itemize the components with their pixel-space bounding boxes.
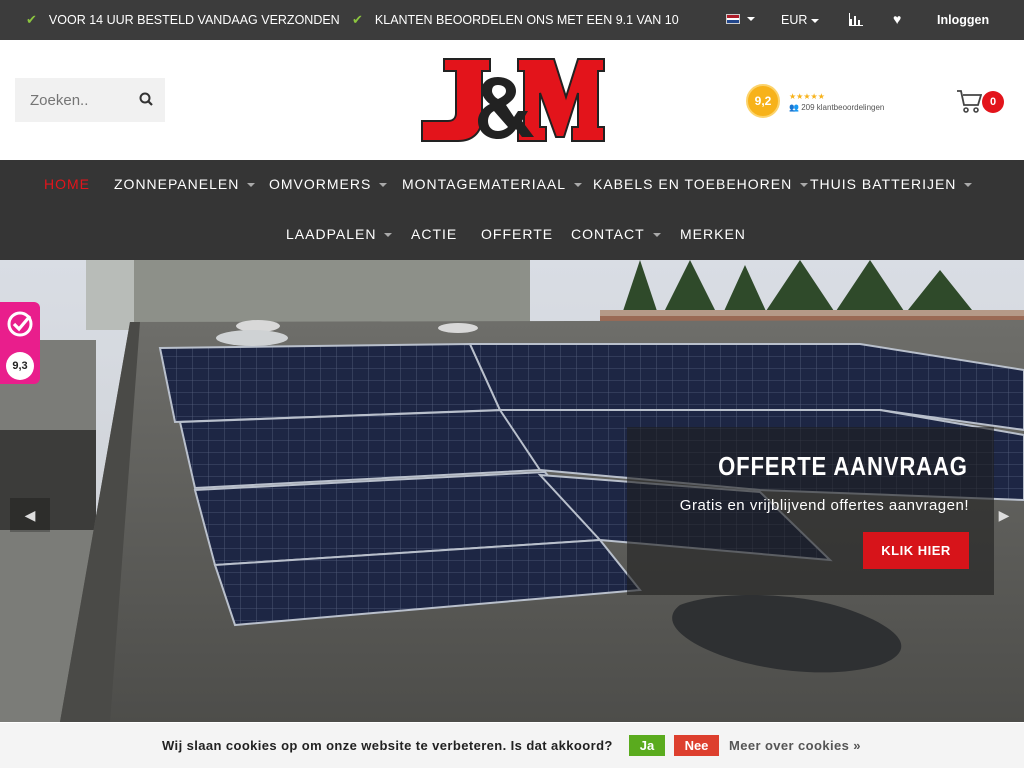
nav-item-merken[interactable]: MERKEN (680, 224, 746, 244)
check-icon: ✔ (26, 12, 37, 27)
cart-button[interactable]: 0 (956, 87, 1006, 117)
usp-text: KLANTEN BEOORDELEN ONS MET EEN 9.1 VAN 1… (374, 13, 679, 27)
nav-item-zonnepanelen[interactable]: ZONNEPANELEN (114, 174, 256, 194)
currency-selector[interactable]: EUR (781, 13, 820, 27)
hero-cta-panel: OFFERTE AANVRAAG Gratis en vrijblijvend … (627, 427, 994, 595)
nav-item-thuis-batterijen[interactable]: THUIS BATTERIJEN (810, 174, 973, 194)
usp-text: VOOR 14 UUR BESTELD VANDAAG VERZONDEN (48, 13, 340, 27)
search-box (15, 78, 165, 122)
nav-item-omvormers[interactable]: OMVORMERS (269, 174, 388, 194)
main-navigation: HOME ZONNEPANELEN OMVORMERS MONTAGEMATER… (0, 160, 1024, 260)
nav-item-kabels-en-toebehoren[interactable]: KABELS EN TOEBEHOREN (593, 174, 809, 194)
chevron-down-icon (964, 183, 973, 188)
cookie-bar: Wij slaan cookies op om onze website te … (0, 723, 1024, 768)
chevron-down-icon (800, 183, 809, 188)
kiyoh-logo-icon (7, 311, 33, 337)
nav-item-contact[interactable]: CONTACT (571, 224, 661, 244)
rating-badge: 9,2 (746, 84, 780, 120)
chevron-right-icon: ▶ (998, 506, 1010, 523)
hero-slider: ◀ ▶ OFFERTE AANVRAAG Gratis en vrijblijv… (0, 260, 1024, 722)
cookie-more-link[interactable]: Meer over cookies » (729, 738, 861, 753)
chevron-down-icon[interactable] (747, 17, 755, 21)
wishlist-heart-icon[interactable]: ♥ (893, 11, 901, 27)
check-icon: ✔ (352, 12, 363, 27)
nav-item-actie[interactable]: ACTIE (411, 224, 457, 244)
search-input[interactable] (30, 91, 140, 109)
nav-item-offerte[interactable]: OFFERTE (481, 224, 553, 244)
hero-title: OFFERTE AANVRAAG (718, 451, 968, 481)
login-link[interactable]: Inloggen (937, 13, 989, 27)
rating-score: 9,2 (746, 84, 780, 118)
cart-count-badge: 0 (982, 91, 1004, 113)
user-group-icon: 👥 (789, 103, 799, 112)
review-count: 209 klantbeoordelingen (801, 103, 885, 112)
nav-item-laadpalen[interactable]: LAADPALEN (286, 224, 393, 244)
kiyoh-review-widget[interactable]: 9,3 (0, 302, 40, 384)
cookie-message: Wij slaan cookies op om onze website te … (162, 738, 613, 753)
hero-subtitle: Gratis en vrijblijvend offertes aanvrage… (679, 497, 969, 514)
rating-stars: ★★★★★ (789, 92, 825, 101)
chevron-left-icon: ◀ (24, 506, 36, 523)
search-icon[interactable] (139, 92, 153, 106)
cookie-decline-button[interactable]: Nee (674, 735, 719, 756)
chevron-down-icon (247, 183, 256, 188)
chevron-down-icon (811, 18, 820, 23)
shopping-cart-icon (957, 90, 982, 113)
compare-chart-icon[interactable] (849, 13, 863, 26)
nav-item-home[interactable]: HOME (44, 174, 90, 194)
usp-topbar: ✔ VOOR 14 UUR BESTELD VANDAAG VERZONDEN … (0, 0, 1024, 40)
site-header: 9,2 ★★★★★ 👥 209 klantbeoordelingen 0 (0, 40, 1024, 160)
currency-label: EUR (781, 13, 808, 27)
chevron-down-icon (574, 183, 583, 188)
klik-hier-button[interactable]: KLIK HIER (863, 532, 969, 569)
usp-item: ✔ VOOR 14 UUR BESTELD VANDAAG VERZONDEN (26, 0, 340, 40)
nav-item-montagemateriaal[interactable]: MONTAGEMATERIAAL (402, 174, 583, 194)
site-logo[interactable] (414, 57, 606, 143)
kiyoh-score: 9,3 (6, 352, 34, 380)
cookie-accept-button[interactable]: Ja (629, 735, 665, 756)
chevron-down-icon (384, 233, 393, 238)
usp-item: ✔ KLANTEN BEOORDELEN ONS MET EEN 9.1 VAN… (352, 0, 679, 40)
review-rating[interactable]: 9,2 ★★★★★ 👥 209 klantbeoordelingen (746, 84, 884, 120)
slider-prev-button[interactable]: ◀ (10, 498, 50, 532)
chevron-down-icon (652, 233, 661, 238)
chevron-down-icon (379, 183, 388, 188)
language-flag-icon[interactable] (726, 14, 740, 24)
